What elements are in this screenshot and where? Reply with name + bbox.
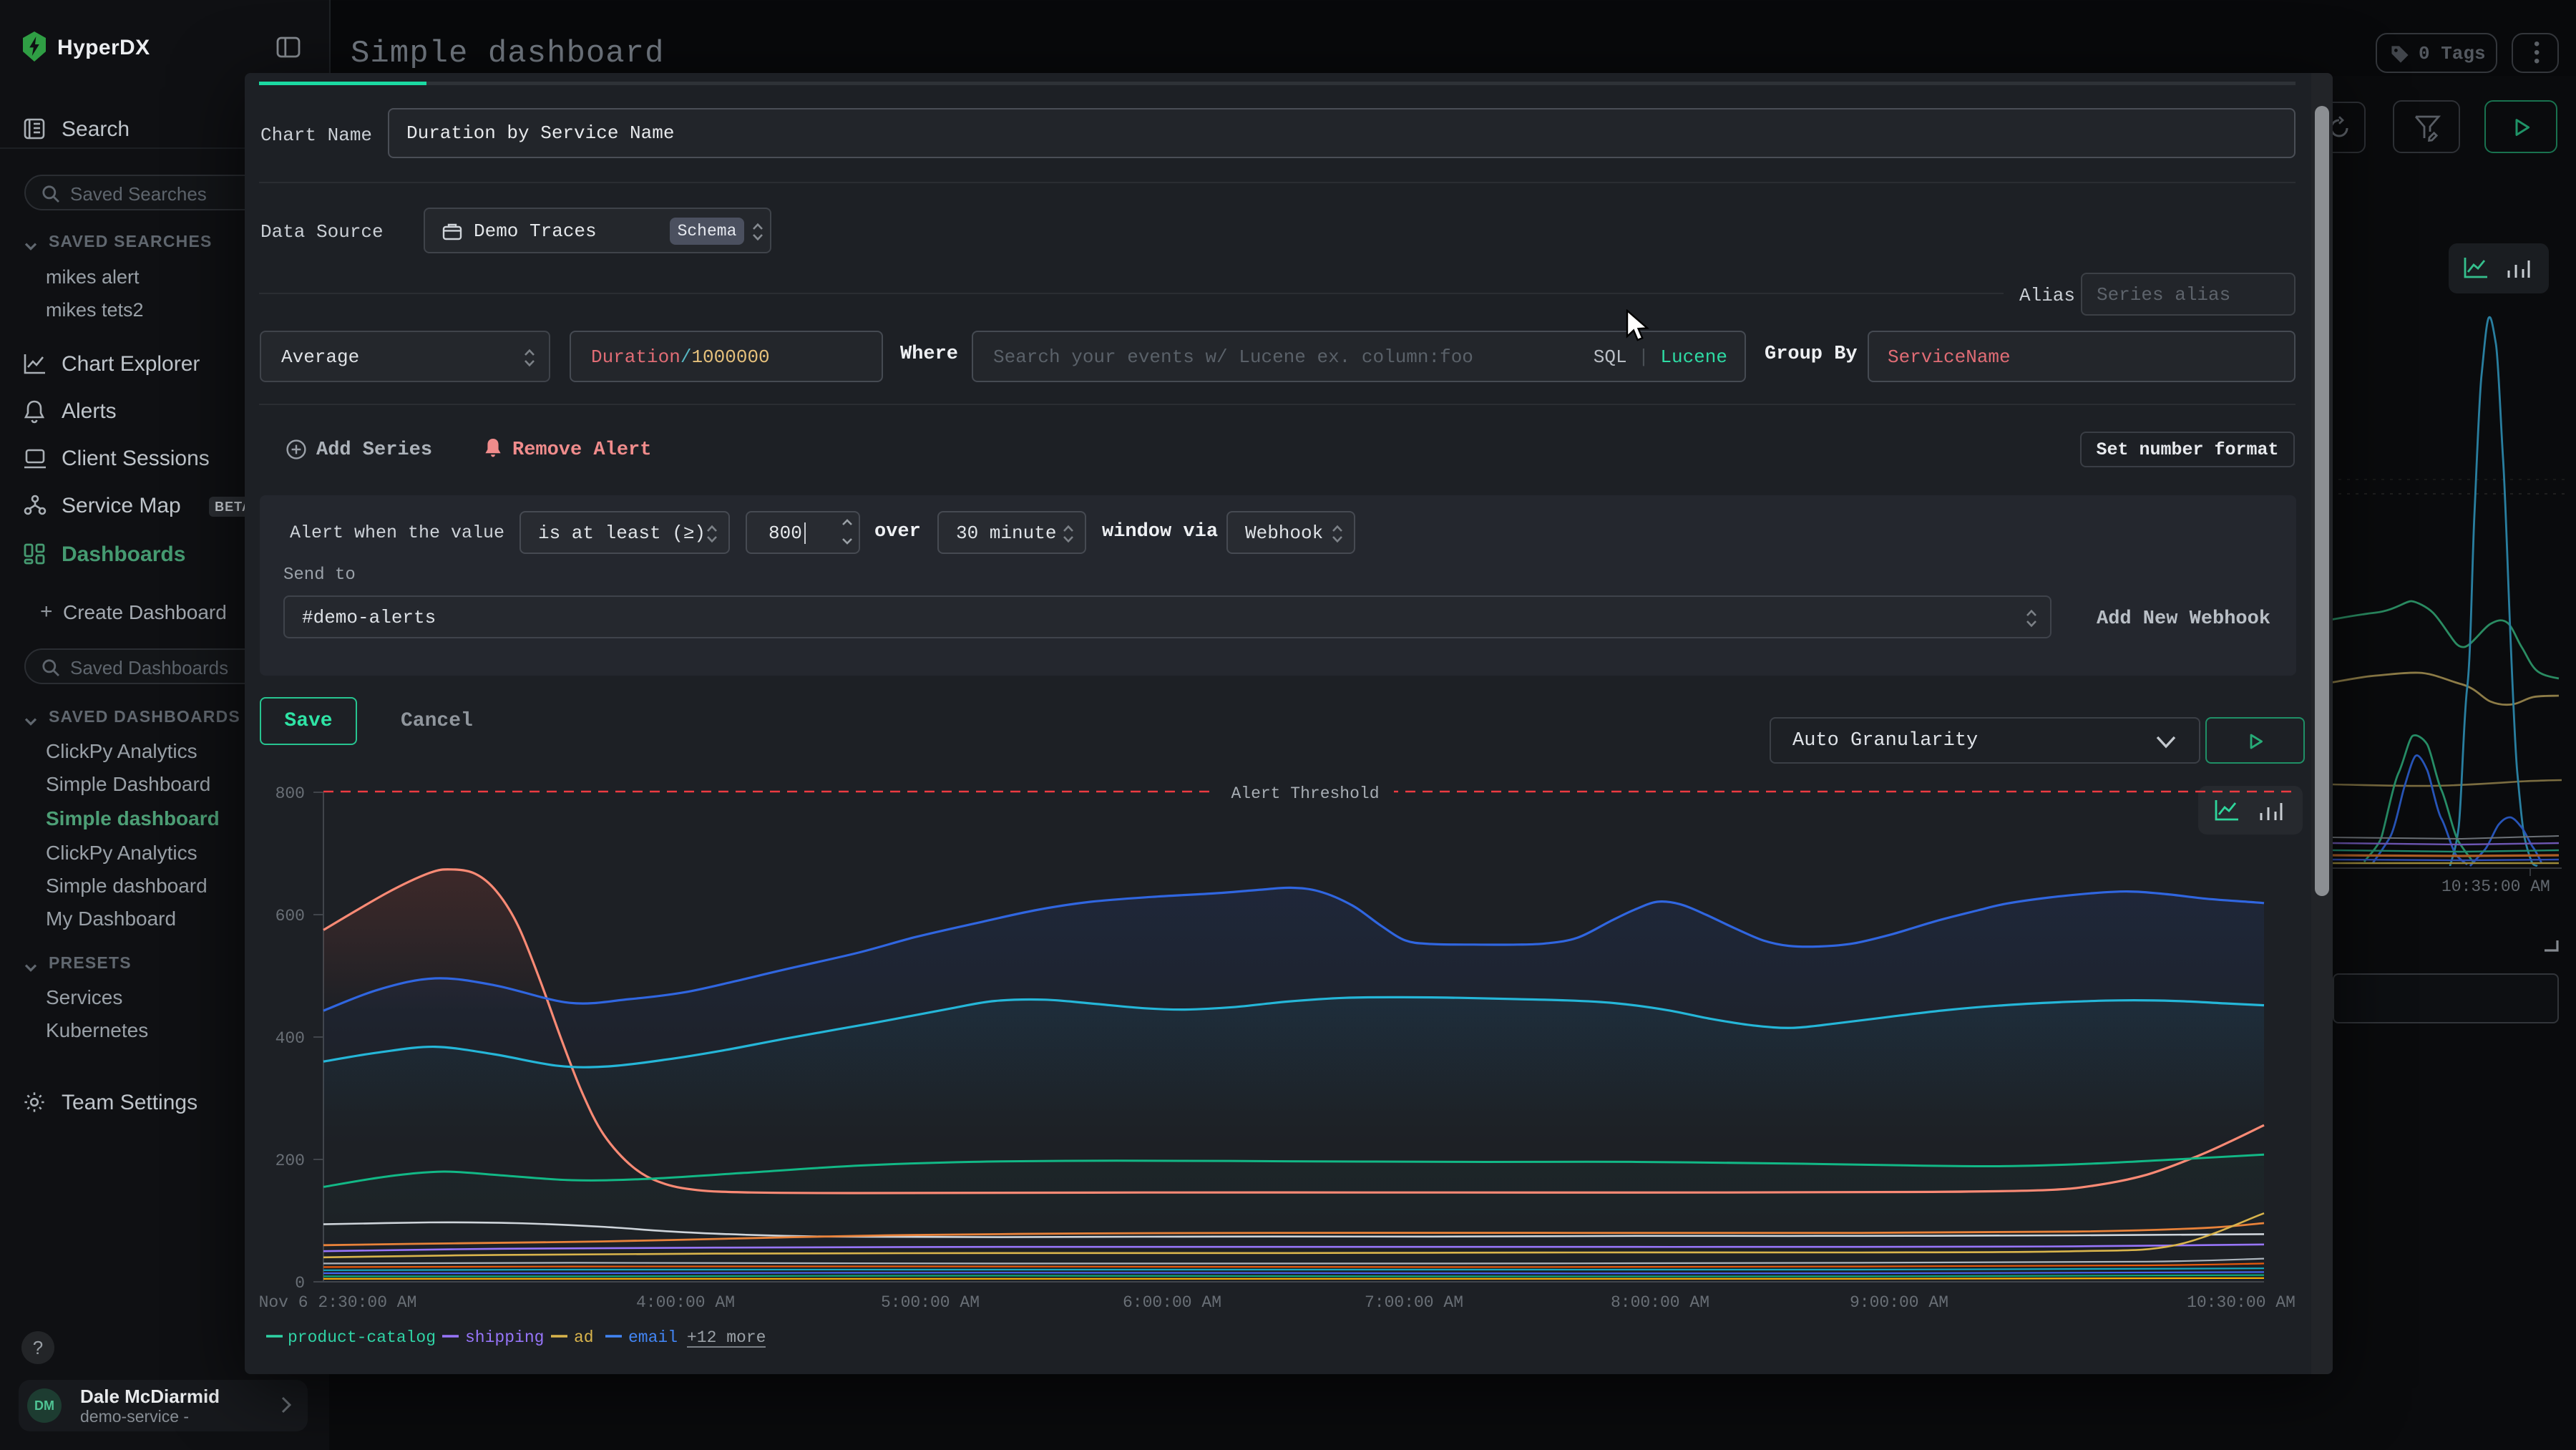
svg-text:Alert Threshold: Alert Threshold <box>1231 784 1379 803</box>
svg-text:600: 600 <box>275 907 305 925</box>
svg-text:ad: ad <box>574 1328 594 1347</box>
svg-text:800: 800 <box>275 784 305 803</box>
svg-text:9:00:00 AM: 9:00:00 AM <box>1850 1293 1948 1312</box>
svg-text:10:30:00 AM: 10:30:00 AM <box>2187 1293 2296 1312</box>
svg-text:+12 more: +12 more <box>687 1328 766 1347</box>
svg-text:200: 200 <box>275 1152 305 1170</box>
svg-text:Nov 6 2:30:00 AM: Nov 6 2:30:00 AM <box>259 1293 417 1312</box>
svg-text:7:00:00 AM: 7:00:00 AM <box>1365 1293 1463 1312</box>
svg-text:email: email <box>628 1328 678 1347</box>
svg-text:400: 400 <box>275 1029 305 1048</box>
svg-text:6:00:00 AM: 6:00:00 AM <box>1123 1293 1221 1312</box>
svg-text:shipping: shipping <box>465 1328 544 1347</box>
svg-text:5:00:00 AM: 5:00:00 AM <box>881 1293 980 1312</box>
svg-text:4:00:00 AM: 4:00:00 AM <box>636 1293 735 1312</box>
svg-text:8:00:00 AM: 8:00:00 AM <box>1611 1293 1709 1312</box>
svg-text:product-catalog: product-catalog <box>288 1328 436 1347</box>
svg-text:0: 0 <box>295 1274 305 1293</box>
